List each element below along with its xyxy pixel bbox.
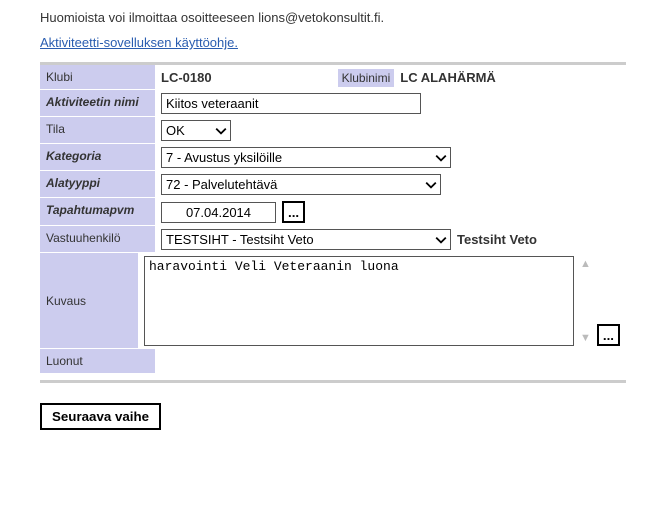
label-kuvaus: Kuvaus bbox=[40, 253, 138, 349]
label-kategoria: Kategoria bbox=[40, 144, 155, 171]
label-klubi: Klubi bbox=[40, 65, 155, 90]
label-alatyyppi: Alatyyppi bbox=[40, 171, 155, 198]
next-step-button[interactable]: Seuraava vaihe bbox=[40, 403, 161, 430]
scroll-up-icon: ▲ bbox=[580, 258, 591, 270]
label-luonut: Luonut bbox=[40, 349, 155, 374]
select-alatyyppi[interactable]: 72 - Palvelutehtävä bbox=[161, 174, 441, 195]
scroll-down-icon: ▼ bbox=[580, 332, 591, 344]
select-kategoria[interactable]: 7 - Avustus yksilöille bbox=[161, 147, 451, 168]
doc-link[interactable]: Aktiviteetti-sovelluksen käyttöohje. bbox=[40, 35, 238, 50]
kuvaus-expand-button[interactable]: ... bbox=[597, 324, 620, 346]
textarea-scrollbar[interactable]: ▲ ▼ bbox=[580, 256, 591, 346]
input-aktiviteettinimi[interactable] bbox=[161, 93, 421, 114]
label-aktiviteettinimi: Aktiviteetin nimi bbox=[40, 90, 155, 117]
label-klubinimi: Klubinimi bbox=[338, 69, 395, 87]
select-tila[interactable]: OK bbox=[161, 120, 231, 141]
label-vastuuhenkilo: Vastuuhenkilö bbox=[40, 226, 155, 253]
select-vastuuhenkilo[interactable]: TESTSIHT - Testsiht Veto bbox=[161, 229, 451, 250]
form-area: Klubi LC-0180 Klubinimi LC ALAHÄRMÄ Akti… bbox=[40, 62, 626, 374]
divider bbox=[40, 380, 626, 383]
value-vastuuhenkilo-name: Testsiht Veto bbox=[457, 232, 537, 247]
date-picker-button[interactable]: ... bbox=[282, 201, 305, 223]
input-tapahtumapvm[interactable] bbox=[161, 202, 276, 223]
label-tapahtumapvm: Tapahtumapvm bbox=[40, 198, 155, 226]
label-tila: Tila bbox=[40, 117, 155, 144]
value-klubinimi: LC ALAHÄRMÄ bbox=[400, 70, 496, 85]
value-klubi: LC-0180 bbox=[161, 70, 212, 85]
textarea-kuvaus[interactable]: haravointi Veli Veteraanin luona bbox=[144, 256, 574, 346]
intro-text: Huomioista voi ilmoittaa osoitteeseen li… bbox=[40, 10, 626, 25]
